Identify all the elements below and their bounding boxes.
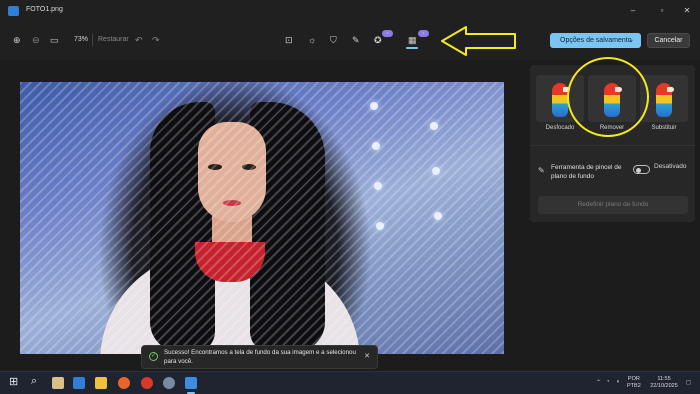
toolbar-divider [92,34,93,46]
parrot-image [552,83,570,117]
toast-close-button[interactable]: ✕ [364,352,370,360]
background-selection-overlay [20,82,504,354]
chevron-down-icon: ⌄ [628,37,634,44]
taskbar: ⊞ ⌕ ⌃ ◔ ◖ POR PTB2 11:55 22/10/2025 ◻ [0,371,700,394]
chevron-up-icon[interactable]: ⌃ [596,379,601,386]
brush-tool-label: Ferramenta de pincel de plano de fundo [551,164,622,180]
clock-time: 11:55 [657,376,671,382]
active-tool-indicator [406,47,418,49]
filter-icon[interactable]: ⛉ [330,35,337,45]
title-bar: FOTO1.png – ▫ ✕ [0,0,700,22]
photos-app-icon [8,6,19,16]
brush-tool-toggle[interactable] [633,165,650,174]
erase-icon[interactable]: ✪ [374,35,382,45]
adjust-brightness-icon[interactable]: ☼ [308,35,316,45]
background-tool-icon[interactable]: ▦ [408,35,417,45]
option-replace-label: Substituir [651,125,677,131]
edited-photo[interactable] [20,82,504,354]
taskbar-app-icon[interactable] [141,377,153,389]
taskbar-app-icon[interactable] [163,377,175,389]
volume-icon[interactable]: ◖ [616,379,620,385]
image-canvas[interactable] [0,60,521,370]
lang-line1: POR [627,376,640,382]
crop-icon[interactable]: ⊡ [285,35,293,45]
zoom-out-icon[interactable]: ⊖ [32,35,40,45]
toggle-state-label: Desativado [654,163,687,170]
clock[interactable]: 11:55 22/10/2025 [647,376,681,390]
photos-taskbar-icon[interactable] [185,377,197,389]
keyboard-language[interactable]: POR PTB2 [627,376,641,390]
toast-message: Sucesso! Encontramos a tela de fundo da … [164,349,356,365]
parrot-image [656,83,674,117]
option-blur-label: Desfocado [545,125,575,131]
success-toast: ✓ Sucesso! Encontramos a tela de fundo d… [141,345,378,369]
close-window-button[interactable]: ✕ [676,3,698,19]
panel-divider [530,145,695,146]
taskbar-app-icon[interactable] [73,377,85,389]
maximize-button[interactable]: ▫ [651,3,673,19]
annotation-arrow [441,26,516,56]
undo-icon[interactable]: ↶ [135,35,143,45]
new-feature-badge: ⁺ [418,30,429,37]
save-options-label: Opções de salvamento [560,37,632,44]
zoom-in-icon[interactable]: ⊕ [13,35,21,45]
minimize-button[interactable]: – [622,3,644,19]
file-explorer-icon[interactable] [95,377,107,389]
cancel-button[interactable]: Cancelar [647,33,690,48]
start-windows-icon[interactable]: ⊞ [9,377,18,388]
network-icon[interactable]: ◔ [606,379,610,385]
annotation-circle [567,57,649,137]
check-circle-icon: ✓ [149,352,158,361]
new-feature-badge: ⁺ [382,30,393,37]
markup-pen-icon[interactable]: ✎ [352,35,360,45]
restore-button[interactable]: Restaurar [98,36,129,43]
save-options-button[interactable]: Opções de salvamento ⌄ [550,33,641,48]
notifications-icon[interactable]: ◻ [686,379,691,386]
firefox-icon[interactable] [118,377,130,389]
file-name: FOTO1.png [26,6,63,13]
zoom-value: 73% [74,36,89,43]
lang-line2: PTB2 [627,383,641,389]
photos-app-window: FOTO1.png – ▫ ✕ ⊕ ⊖ ▭ 73% Restaurar ↶ ↷ … [0,0,700,394]
redo-icon[interactable]: ↷ [152,35,160,45]
taskbar-app-icon[interactable] [52,377,64,389]
fit-to-window-icon[interactable]: ▭ [50,35,59,45]
reset-background-button[interactable]: Redefinir plano de fundo [538,196,688,214]
brush-icon: ✎ [538,166,545,175]
search-icon[interactable]: ⌕ [31,376,37,387]
clock-date: 22/10/2025 [650,383,678,389]
